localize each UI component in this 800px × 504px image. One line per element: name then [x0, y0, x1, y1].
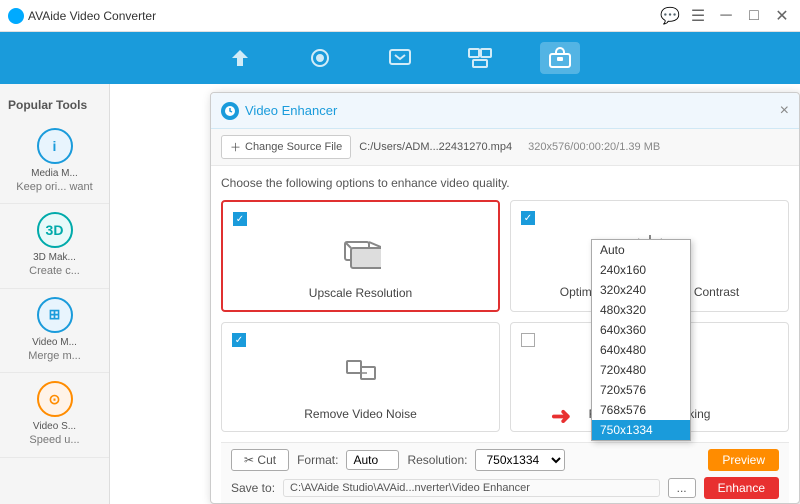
dialog-content: Choose the following options to enhance … [211, 166, 799, 503]
sidebar-item-label-merge: Video M... [32, 337, 77, 349]
source-file-path: C:/Users/ADM...22431270.mp4 [359, 141, 512, 153]
close-icon[interactable]: ✕ [772, 6, 792, 26]
save-row: Save to: C:\AVAide Studio\AVAid...nverte… [231, 477, 779, 499]
noise-header: ✓ [232, 333, 489, 347]
browse-button[interactable]: ... [668, 478, 696, 498]
noise-checkbox[interactable]: ✓ [232, 333, 246, 347]
sidebar-title: Popular Tools [0, 94, 109, 120]
option-upscale-resolution[interactable]: ✓ Upscale Resolution [221, 200, 500, 312]
resolution-dropdown: Auto 240x160 320x240 480x320 640x360 640… [591, 239, 691, 441]
enhance-button[interactable]: Enhance [704, 477, 779, 499]
cut-icon: ✂ [244, 453, 254, 467]
dropdown-option-640x480[interactable]: 640x480 [592, 340, 690, 360]
sidebar-item-label-speed: Video S... [33, 421, 76, 433]
sidebar-item-video-merge[interactable]: ⊞ Video M... Merge m... [0, 289, 109, 373]
noise-label: Remove Video Noise [304, 407, 417, 421]
source-file-info: 320x576/00:00:20/1.39 MB [528, 141, 660, 153]
shaking-checkbox[interactable] [521, 333, 535, 347]
dropdown-option-720x480[interactable]: 720x480 [592, 360, 690, 380]
options-grid: ✓ Upscale Resolution [221, 200, 789, 432]
window-controls: 💬 ☰ ─ □ ✕ [660, 6, 792, 26]
sidebar-item-desc-media: Keep ori... want [16, 180, 92, 195]
sidebar-item-desc-3d: Create c... [29, 264, 80, 279]
nav-compress[interactable] [300, 42, 340, 74]
upscale-checkbox[interactable]: ✓ [233, 212, 247, 226]
nav-bar [0, 32, 800, 84]
dropdown-option-240x160[interactable]: 240x160 [592, 260, 690, 280]
sidebar-item-label-3d: 3D Mak... [33, 252, 76, 264]
cut-button[interactable]: ✂ Cut [231, 449, 289, 471]
brightness-checkbox[interactable]: ✓ [521, 211, 535, 225]
resolution-container: 750x1334 Auto 240x160 320x240 [475, 449, 565, 471]
save-label: Save to: [231, 481, 275, 495]
logo-icon [8, 8, 24, 24]
sidebar-item-media-metadata[interactable]: i Media M... Keep ori... want [0, 120, 109, 204]
content-area: Video Enhancer × ＋ Change Source File C:… [110, 84, 800, 504]
dropdown-option-750x1334[interactable]: 750x1334 [592, 420, 690, 440]
dialog-close-button[interactable]: × [780, 102, 789, 120]
dialog-title: Video Enhancer [221, 102, 337, 120]
upscale-icon [341, 232, 381, 280]
dropdown-option-480x320[interactable]: 480x320 [592, 300, 690, 320]
plus-icon: ＋ [230, 139, 241, 155]
resolution-label: Resolution: [407, 453, 467, 467]
video-enhancer-dialog: Video Enhancer × ＋ Change Source File C:… [210, 92, 800, 504]
chat-icon[interactable]: 💬 [660, 6, 680, 26]
resolution-select[interactable]: 750x1334 Auto 240x160 320x240 [475, 449, 565, 471]
bottom-bar: ✂ Cut Format: Auto MP4 AVI Resolution: [221, 442, 789, 503]
minimize-icon[interactable]: ─ [716, 6, 736, 26]
preview-button[interactable]: Preview [708, 449, 779, 471]
upscale-header: ✓ [233, 212, 488, 226]
dropdown-option-640x360[interactable]: 640x360 [592, 320, 690, 340]
menu-icon[interactable]: ☰ [688, 6, 708, 26]
option-noise[interactable]: ✓ Remove Video Noise [221, 322, 500, 432]
noise-icon [341, 353, 381, 401]
video-merge-icon: ⊞ [37, 297, 73, 333]
dropdown-option-720x576[interactable]: 720x576 [592, 380, 690, 400]
arrow-indicator: ➜ [551, 402, 571, 431]
dialog-title-bar: Video Enhancer × [211, 93, 799, 129]
nav-toolbox[interactable] [540, 42, 580, 74]
sidebar-item-3d-maker[interactable]: 3D 3D Mak... Create c... [0, 204, 109, 288]
sidebar: Popular Tools i Media M... Keep ori... w… [0, 84, 110, 504]
brightness-header: ✓ [521, 211, 778, 225]
3d-maker-icon: 3D [37, 212, 73, 248]
title-bar: AVAide Video Converter 💬 ☰ ─ □ ✕ [0, 0, 800, 32]
upscale-label: Upscale Resolution [309, 286, 412, 300]
nav-edit[interactable] [380, 42, 420, 74]
sidebar-item-desc-merge: Merge m... [28, 349, 81, 364]
sidebar-item-video-speed[interactable]: ⊙ Video S... Speed u... [0, 373, 109, 457]
dialog-hint: Choose the following options to enhance … [221, 176, 789, 190]
dropdown-option-auto[interactable]: Auto [592, 240, 690, 260]
change-source-button[interactable]: ＋ Change Source File [221, 135, 351, 159]
source-bar: ＋ Change Source File C:/Users/ADM...2243… [211, 129, 799, 166]
app-title: AVAide Video Converter [28, 9, 156, 23]
dialog-title-icon [221, 102, 239, 120]
dropdown-option-320x240[interactable]: 320x240 [592, 280, 690, 300]
controls-row: ✂ Cut Format: Auto MP4 AVI Resolution: [231, 449, 779, 471]
maximize-icon[interactable]: □ [744, 6, 764, 26]
app-logo: AVAide Video Converter [8, 8, 156, 24]
format-label: Format: [297, 453, 338, 467]
media-metadata-icon: i [37, 128, 73, 164]
nav-merge[interactable] [460, 42, 500, 74]
sidebar-item-desc-speed: Speed u... [29, 433, 79, 448]
video-speed-icon: ⊙ [37, 381, 73, 417]
dropdown-option-768x576[interactable]: 768x576 [592, 400, 690, 420]
main-layout: Popular Tools i Media M... Keep ori... w… [0, 84, 800, 504]
save-path: C:\AVAide Studio\AVAid...nverter\Video E… [283, 479, 660, 497]
nav-convert[interactable] [220, 42, 260, 74]
format-select[interactable]: Auto MP4 AVI [346, 450, 399, 470]
sidebar-item-label-media: Media M... [31, 168, 78, 180]
